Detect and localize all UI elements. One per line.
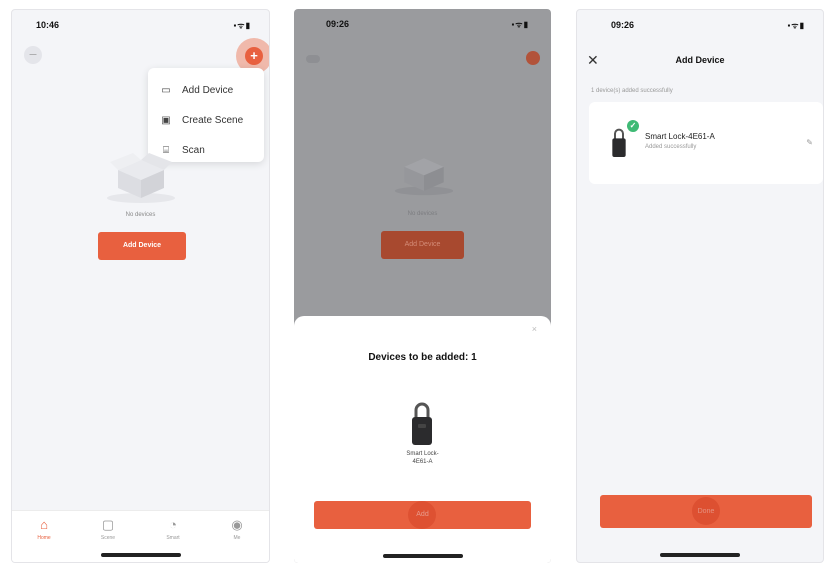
device-name: Smart Lock- 4E61-A [406, 451, 439, 465]
home-indicator [660, 553, 740, 557]
device-status: Added successfully [645, 144, 697, 150]
status-time: 10:46 [36, 20, 60, 30]
tab-scene[interactable]: ▢ Scene [88, 517, 128, 541]
status-bar: 09:26 ▪ᯤ▮ [294, 17, 551, 33]
add-device-result-screen: 09:26 ▪ᯤ▮ ✕ Add Device 1 device(s) added… [576, 9, 824, 563]
device-name: Smart Lock-4E61-A [645, 132, 715, 141]
tab-bar: ⌂ Home ▢ Scene ◔ Smart ◉ Me [12, 510, 269, 562]
empty-state-label: No devices [407, 211, 438, 217]
close-icon[interactable]: × [532, 324, 537, 334]
scene-icon: ▢ [101, 517, 115, 532]
scene-icon: ▣ [161, 114, 171, 126]
smart-icon: ◔ [169, 517, 177, 532]
smart-lock-image [612, 128, 626, 157]
avatar[interactable]: — [24, 46, 42, 64]
tap-highlight [408, 501, 436, 529]
status-icons: ▪ᯤ▮ [787, 21, 805, 30]
status-bar: 09:26 ▪ᯤ▮ [577, 18, 823, 34]
status-bar: 10:46 ▪ᯤ▮ [12, 18, 269, 34]
edit-icon[interactable]: ✎ [806, 138, 813, 147]
home-screen: 10:46 ▪ᯤ▮ — + ▭ Add Device ▣ Create Scen… [11, 9, 270, 563]
menu-item-label: Add Device [182, 84, 234, 96]
profile-icon: ◉ [231, 517, 243, 532]
menu-item-add-device[interactable]: ▭ Add Device [158, 80, 258, 100]
device-icon: ▭ [161, 84, 171, 96]
check-icon: ✓ [627, 120, 639, 132]
empty-box-illustration [394, 158, 454, 196]
status-time: 09:26 [611, 20, 635, 30]
sheet-title: Devices to be added: 1 [368, 352, 477, 363]
tap-highlight [692, 497, 720, 525]
tab-home[interactable]: ⌂ Home [24, 517, 64, 541]
tab-label: Scene [100, 535, 116, 541]
status-icons: ▪ᯤ▮ [511, 20, 529, 29]
menu-item-label: Create Scene [182, 114, 244, 126]
tab-label: Home [37, 535, 51, 541]
menu-item-create-scene[interactable]: ▣ Create Scene [158, 110, 258, 130]
add-plus-button [526, 51, 540, 65]
devices-found-screen: 09:26 ▪ᯤ▮ No devices Add Device × Device… [294, 9, 551, 563]
devices-sheet: × Devices to be added: 1 Smart Lock- 4E6… [294, 316, 551, 563]
home-indicator [382, 554, 463, 558]
add-plus-button[interactable]: + [245, 47, 263, 65]
add-device-button: Add Device [381, 231, 464, 259]
status-icons: ▪ᯤ▮ [233, 21, 251, 30]
success-note: 1 device(s) added successfully [591, 88, 673, 94]
menu-item-label: Scan [182, 144, 205, 156]
empty-box-illustration [107, 153, 175, 203]
tab-smart[interactable]: ◔ Smart [153, 517, 193, 541]
device-card[interactable]: ✓ Smart Lock-4E61-A Added successfully ✎ [589, 102, 823, 184]
smart-lock-image [412, 402, 432, 445]
page-title: Add Device [675, 55, 725, 65]
home-icon: ⌂ [40, 517, 48, 532]
status-time: 09:26 [326, 19, 350, 29]
tab-label: Smart [166, 535, 180, 541]
tab-me[interactable]: ◉ Me [217, 517, 257, 541]
add-device-button[interactable]: Add Device [98, 232, 186, 260]
tab-label: Me [233, 535, 241, 541]
home-indicator [100, 553, 181, 557]
empty-state-label: No devices [125, 212, 156, 218]
avatar [306, 55, 320, 63]
